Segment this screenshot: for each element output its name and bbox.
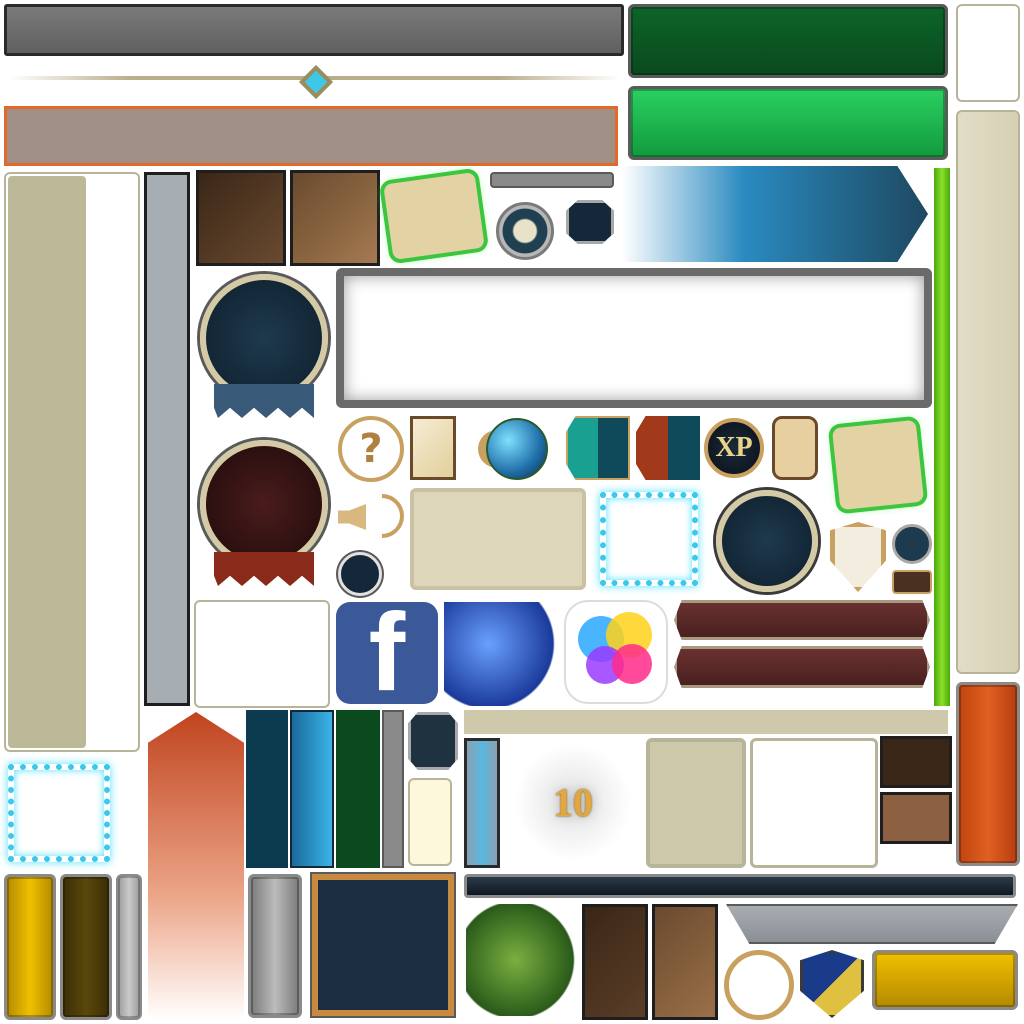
white-frame-medium	[194, 600, 330, 708]
globe-icon[interactable]	[486, 418, 548, 480]
gray-swatch	[382, 710, 404, 868]
round-frame-navy-medium	[716, 490, 818, 592]
white-frame-small	[956, 4, 1020, 102]
glow-frame-medium	[600, 492, 698, 586]
brown-tile-dark[interactable]	[196, 170, 286, 266]
knight-crest-icon[interactable]	[800, 950, 864, 1018]
cream-panel-small	[408, 778, 452, 866]
scroll-slider-vertical[interactable]	[464, 738, 500, 868]
red-tab-icon[interactable]	[636, 416, 700, 480]
gear-button-small[interactable]	[892, 524, 932, 564]
small-gray-bar	[490, 172, 614, 188]
glow-frame-small	[8, 764, 110, 862]
round-frame-navy-large	[200, 274, 328, 402]
green-button-dark[interactable]	[628, 4, 948, 78]
brown-door-dark[interactable]	[582, 904, 648, 1020]
puzzle-icon[interactable]	[772, 416, 818, 480]
maroon-bar-top[interactable]	[674, 600, 930, 640]
orange-arrow-vertical	[148, 712, 244, 1020]
green-swatch	[336, 710, 380, 868]
treasure-map-icon[interactable]	[383, 171, 485, 261]
blue-dragon-icon[interactable]	[444, 602, 556, 706]
question-icon[interactable]: ?	[338, 416, 404, 482]
counter-badge: 10	[508, 740, 638, 864]
parchment-panel-tall-right	[956, 110, 1020, 674]
navy-swatch	[246, 710, 288, 868]
brown-tile-dark-small[interactable]	[880, 736, 952, 788]
xp-icon[interactable]: XP	[704, 418, 764, 478]
blue-arrow-banner	[622, 166, 928, 262]
divider-gem-icon	[299, 65, 333, 99]
facebook-icon[interactable]: f	[336, 598, 438, 708]
maroon-bar-bottom[interactable]	[674, 646, 930, 688]
parchment-strip	[8, 176, 86, 748]
lime-bar-vertical	[934, 168, 950, 706]
sound-icon[interactable]	[338, 484, 414, 548]
parchment-panel-card	[646, 738, 746, 868]
parchment-strip-horizontal	[464, 710, 948, 734]
maroon-banner-tassels	[214, 552, 314, 586]
white-panel-card	[750, 738, 878, 868]
brown-tile-light[interactable]	[290, 170, 380, 266]
gray-button-vertical[interactable]	[248, 874, 302, 1018]
orange-banner	[4, 106, 618, 166]
octagon-button-small[interactable]	[566, 200, 614, 244]
mail-icon[interactable]	[410, 416, 456, 480]
brown-tile-light-small[interactable]	[880, 792, 952, 844]
parchment-ticket[interactable]	[410, 488, 586, 590]
game-center-icon[interactable]	[566, 602, 666, 702]
shield-icon[interactable]	[830, 522, 886, 592]
navy-panel-framed	[312, 874, 454, 1016]
world-rotate-icon[interactable]	[724, 950, 794, 1020]
gold-button-horizontal[interactable]	[872, 950, 1018, 1010]
scroll-map-icon[interactable]	[831, 419, 925, 511]
olive-bar-vertical[interactable]	[60, 874, 112, 1020]
bubble-pink	[612, 644, 652, 684]
silver-bar-vertical[interactable]	[116, 874, 142, 1020]
green-button-bright[interactable]	[628, 86, 948, 160]
gray-banner-top	[4, 4, 624, 56]
brown-chip[interactable]	[892, 570, 932, 594]
gray-tray	[726, 904, 1018, 944]
gold-bar-vertical[interactable]	[4, 874, 56, 1020]
dark-bar-horizontal	[464, 874, 1016, 898]
cyan-swatch	[290, 710, 334, 868]
navy-banner-tassels	[214, 384, 314, 418]
round-button-small[interactable]	[496, 202, 554, 260]
counter-number: 10	[553, 779, 593, 825]
octagon-navy[interactable]	[408, 712, 458, 770]
dot-button-dark[interactable]	[338, 552, 382, 596]
facebook-letter: f	[368, 591, 406, 714]
sound-wave	[350, 484, 414, 548]
teal-tab-icon[interactable]	[566, 416, 630, 480]
brown-door-light[interactable]	[652, 904, 718, 1020]
round-frame-maroon-large	[200, 440, 328, 568]
green-dragon-icon[interactable]	[466, 904, 576, 1016]
gray-bar-vertical	[144, 172, 190, 706]
xp-label: XP	[715, 432, 753, 463]
orange-button-vertical[interactable]	[956, 682, 1020, 866]
white-panel-wide	[336, 268, 932, 408]
